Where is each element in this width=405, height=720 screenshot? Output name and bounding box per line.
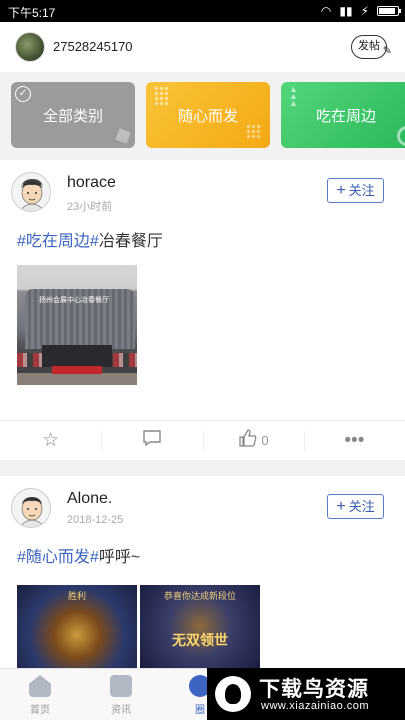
post-actions: ☆ 0 ••• [0, 420, 405, 460]
hash-mark: # [89, 549, 99, 566]
like-count: 0 [261, 433, 269, 448]
post-photo[interactable]: 恭喜你达成新段位 无双领世 [140, 585, 260, 676]
comment-icon [142, 429, 162, 453]
comment-button[interactable] [101, 421, 202, 460]
photo-caption: 胜利 [67, 591, 86, 601]
building-sign: 扬州会展中心冶春餐厅 [39, 297, 109, 304]
battery-icon [377, 6, 401, 16]
author-name[interactable]: horace [67, 174, 116, 192]
tab-home-label: 首页 [30, 705, 50, 716]
photo-subtitle: 恭喜你达成新段位 [163, 591, 236, 601]
more-button[interactable]: ••• [303, 421, 405, 460]
star-icon: ☆ [42, 430, 60, 451]
dots-decoration [154, 86, 168, 106]
watermark: 下载鸟资源 www.xiazainiao.com [207, 668, 405, 720]
cube-icon [115, 128, 131, 144]
status-time: 下午5:17 [8, 6, 56, 20]
like-button[interactable]: 0 [202, 421, 304, 460]
plus-icon: + [336, 182, 346, 199]
category-free[interactable]: 随心而发 [146, 82, 270, 148]
post-time: 2018-12-25 [67, 514, 124, 526]
follow-label: 关注 [348, 183, 375, 198]
post-text: 呼呼~ [98, 549, 141, 566]
follow-button[interactable]: + 关注 [327, 178, 384, 203]
post-content: #吃在周边#冶春餐厅 [17, 227, 163, 251]
tab-home[interactable]: 首页 [15, 675, 65, 716]
wifi-icon: ◠ [320, 4, 332, 18]
header: 27528245170 发帖 ✎ [0, 22, 405, 72]
favorite-button[interactable]: ☆ [0, 421, 101, 460]
category-free-label: 随心而发 [177, 107, 238, 125]
follow-button[interactable]: + 关注 [327, 494, 384, 519]
post-photo[interactable]: 胜利 [17, 585, 137, 676]
user-avatar[interactable] [15, 32, 45, 62]
check-icon: ✓ [15, 86, 31, 102]
bird-logo-icon [215, 676, 251, 712]
pen-icon: ✎ [382, 45, 392, 57]
watermark-url: www.xiazainiao.com [261, 700, 370, 712]
dots-decoration [246, 124, 262, 140]
category-all-label: 全部类别 [42, 107, 103, 125]
watermark-title: 下载鸟资源 [259, 678, 369, 701]
post-time: 23小时前 [67, 201, 113, 213]
post-content: #随心而发#呼呼~ [17, 543, 140, 567]
thumbs-up-icon [238, 428, 258, 454]
category-nearby[interactable]: ▲ ▲ ▲ 吃在周边 [281, 82, 405, 148]
category-nearby-label: 吃在周边 [315, 107, 376, 125]
topic-tag[interactable]: #吃在周边 [17, 233, 90, 250]
post-photo[interactable]: 扬州会展中心冶春餐厅 [17, 265, 137, 385]
photo-caption: 无双领世 [172, 632, 228, 648]
charging-icon: ⚡ [360, 4, 369, 18]
ring-decoration [397, 126, 405, 146]
category-bar: ✓ 全部类别 随心而发 ▲ ▲ ▲ 吃在周边 [0, 72, 405, 158]
door-shape [42, 345, 112, 367]
post-card[interactable]: horace 23小时前 + 关注 #吃在周边#冶春餐厅 扬州会展中心冶春餐厅 ☆… [0, 160, 405, 460]
tab-news[interactable]: 资讯 [96, 675, 146, 716]
post-text: 冶春餐厅 [98, 233, 163, 250]
plus-icon: + [336, 498, 346, 515]
avatar-face-icon [20, 497, 44, 527]
tab-news-label: 资讯 [111, 705, 131, 716]
author-avatar[interactable] [11, 172, 51, 212]
post-button-label: 发帖 [358, 40, 380, 52]
home-icon [29, 675, 51, 697]
ground-shape [17, 373, 137, 385]
document-icon [110, 675, 132, 697]
more-icon: ••• [344, 429, 365, 451]
status-icons: ◠ ▮▮ ⚡ [320, 4, 401, 18]
triangles-decoration: ▲ ▲ ▲ [289, 84, 298, 108]
follow-label: 关注 [348, 499, 375, 514]
post-button[interactable]: 发帖 ✎ [351, 35, 392, 59]
author-name[interactable]: Alone. [67, 490, 112, 508]
category-all[interactable]: ✓ 全部类别 [11, 82, 135, 148]
carpet-shape [52, 366, 102, 374]
post-card[interactable]: Alone. 2018-12-25 + 关注 #随心而发#呼呼~ 胜利 恭喜你达成… [0, 476, 405, 676]
author-avatar[interactable] [11, 488, 51, 528]
tab-circle-label: 圈 [195, 705, 205, 716]
signal-icon: ▮▮ [339, 4, 353, 18]
status-bar: 下午5:17 ◠ ▮▮ ⚡ [0, 0, 405, 22]
hash-mark: # [89, 233, 99, 250]
avatar-face-icon [20, 179, 44, 211]
topic-tag[interactable]: #随心而发 [17, 549, 90, 566]
header-username[interactable]: 27528245170 [53, 39, 133, 54]
